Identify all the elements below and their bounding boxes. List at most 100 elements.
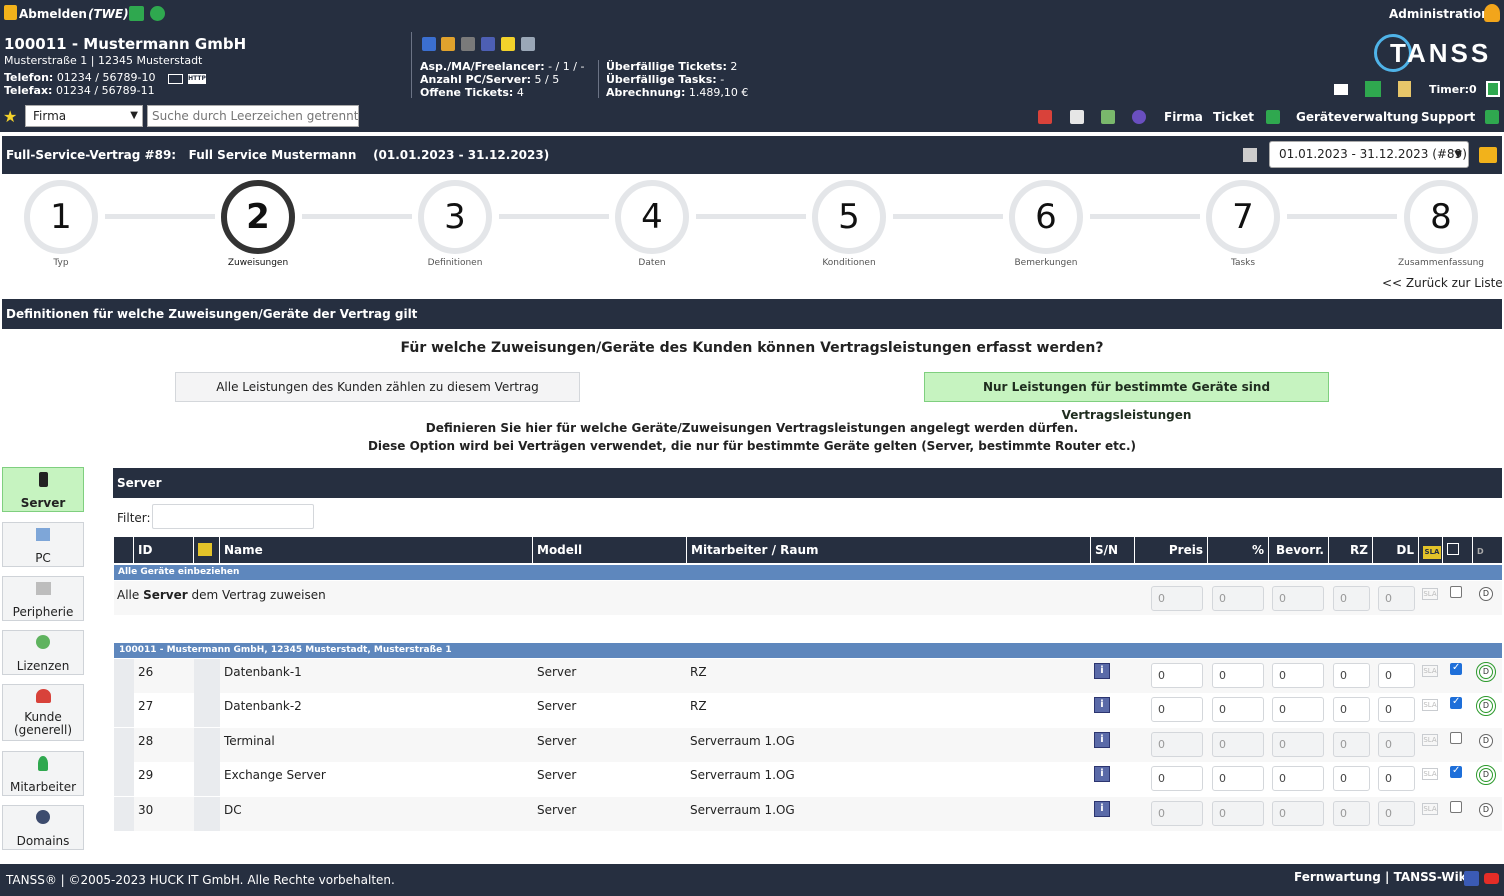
sidebar-item-peripherie[interactable]: Peripherie (2, 576, 84, 621)
search-input[interactable] (147, 105, 359, 127)
dl-input[interactable]: 0 (1378, 732, 1415, 757)
price-input[interactable]: 0 (1151, 732, 1203, 757)
row-checkbox[interactable] (1450, 732, 1462, 744)
rz-input[interactable]: 0 (1333, 801, 1370, 826)
sidebar-item-domains[interactable]: Domains (2, 805, 84, 850)
price-input[interactable]: 0 (1151, 697, 1203, 722)
step-5[interactable]: 5 (812, 180, 886, 254)
dl-input[interactable]: 0 (1378, 697, 1415, 722)
preferred-input[interactable]: 0 (1272, 663, 1324, 688)
d-icon[interactable]: D (1479, 803, 1493, 817)
percent-input[interactable]: 0 (1212, 697, 1264, 722)
menu-support[interactable]: Support (1421, 110, 1475, 124)
mail-icon[interactable] (168, 74, 183, 84)
row-name[interactable]: Terminal (224, 734, 275, 748)
dl-input[interactable]: 0 (1378, 801, 1415, 826)
preferred-input[interactable]: 0 (1272, 697, 1324, 722)
back-to-list-link[interactable]: << Zurück zur Liste (1382, 276, 1503, 290)
chat-icon[interactable] (1334, 84, 1348, 95)
admin-user-icon[interactable] (1484, 4, 1500, 22)
step-1[interactable]: 1 (24, 180, 98, 254)
admin-link[interactable]: Administration (1389, 7, 1490, 21)
pin-icon[interactable] (1038, 110, 1052, 124)
timer-icon[interactable] (1486, 81, 1500, 97)
copy-icon[interactable] (1243, 148, 1257, 162)
menu-device-management[interactable]: Geräteverwaltung (1296, 110, 1418, 124)
lock-icon[interactable] (4, 5, 17, 20)
col-dl[interactable]: DL (1373, 537, 1419, 563)
table-row[interactable]: 30 DC Server Serverraum 1.OG i 0 0 0 0 0 SLA D (114, 797, 1502, 831)
table-row[interactable]: 29 Exchange Server Server Serverraum 1.OG i 0… (114, 762, 1502, 796)
all-preferred-input[interactable]: 0 (1272, 586, 1324, 611)
row-name[interactable]: DC (224, 803, 242, 817)
monitor-icon[interactable] (461, 37, 475, 51)
info-icon[interactable]: i (1094, 766, 1110, 782)
table-row[interactable]: 27Datenbank-2ServerRZi00000SLAD (114, 693, 1502, 727)
info-icon[interactable]: i (1094, 801, 1110, 817)
all-rz-input[interactable]: 0 (1333, 586, 1370, 611)
d-icon[interactable]: D (1476, 696, 1496, 716)
col-model[interactable]: Modell (533, 537, 687, 563)
option-all-button[interactable]: Alle Leistungen des Kunden zählen zu die… (175, 372, 580, 402)
all-dl-input[interactable]: 0 (1378, 586, 1415, 611)
row-name[interactable]: Datenbank-2 (224, 699, 302, 713)
row-checkbox[interactable] (1450, 801, 1462, 813)
sidebar-item-kunde[interactable]: Kunde (generell) (2, 684, 84, 741)
percent-input[interactable]: 0 (1212, 766, 1264, 791)
filter-input[interactable] (152, 504, 314, 529)
youtube-icon[interactable] (1484, 873, 1499, 884)
col-serial[interactable]: S/N (1091, 537, 1135, 563)
menu-firma[interactable]: Firma (1164, 110, 1203, 124)
row-checkbox[interactable] (1450, 765, 1462, 778)
favorite-star-icon[interactable]: ★ (3, 109, 17, 125)
phone-value[interactable]: 01234 / 56789-10 (57, 71, 156, 84)
phone-icon[interactable] (441, 37, 455, 51)
preferred-input[interactable]: 0 (1272, 732, 1324, 757)
col-preferred[interactable]: Bevorr. (1269, 537, 1329, 563)
device-icon[interactable] (1266, 110, 1280, 124)
all-price-input[interactable]: 0 (1151, 586, 1203, 611)
footer-links[interactable]: Fernwartung | TANSS-Wiki (1294, 870, 1471, 884)
unlock-icon[interactable] (1479, 147, 1497, 163)
home-icon[interactable] (129, 6, 144, 21)
row-name[interactable]: Exchange Server (224, 768, 326, 782)
step-3[interactable]: 3 (418, 180, 492, 254)
info-icon[interactable] (481, 37, 495, 51)
col-name[interactable]: Name (220, 537, 533, 563)
col-percent[interactable]: % (1208, 537, 1269, 563)
all-devices-checkbox[interactable] (1450, 586, 1462, 598)
notes-icon[interactable] (1398, 81, 1411, 97)
customer-title[interactable]: 100011 - Mustermann GmbH (4, 35, 246, 53)
dl-input[interactable]: 0 (1378, 766, 1415, 791)
col-id[interactable]: ID (134, 537, 194, 563)
tools-icon[interactable] (521, 37, 535, 51)
price-input[interactable]: 0 (1151, 766, 1203, 791)
row-checkbox[interactable] (1450, 662, 1462, 675)
price-input[interactable]: 0 (1151, 801, 1203, 826)
percent-input[interactable]: 0 (1212, 732, 1264, 757)
logout-link[interactable]: Abmelden (19, 7, 87, 21)
preferred-input[interactable]: 0 (1272, 766, 1324, 791)
step-4[interactable]: 4 (615, 180, 689, 254)
col-rz[interactable]: RZ (1329, 537, 1373, 563)
d-icon[interactable]: D (1476, 765, 1496, 785)
col-price[interactable]: Preis (1135, 537, 1208, 563)
step-2[interactable]: 2 (221, 180, 295, 254)
info-icon[interactable]: i (1094, 697, 1110, 713)
price-input[interactable]: 0 (1151, 663, 1203, 688)
contact-icon[interactable] (422, 37, 436, 51)
network-icon[interactable] (1101, 110, 1115, 124)
d-icon[interactable]: D (1479, 587, 1493, 601)
clock-icon[interactable] (150, 6, 165, 21)
step-8[interactable]: 8 (1404, 180, 1478, 254)
period-select[interactable]: 01.01.2023 - 31.12.2023 (#89) ▼ (1269, 141, 1469, 168)
info-circle-icon[interactable] (1132, 110, 1146, 124)
rz-input[interactable]: 0 (1333, 732, 1370, 757)
percent-input[interactable]: 0 (1212, 663, 1264, 688)
rz-input[interactable]: 0 (1333, 663, 1370, 688)
step-7[interactable]: 7 (1206, 180, 1280, 254)
row-checkbox[interactable] (1450, 696, 1462, 709)
preferred-input[interactable]: 0 (1272, 801, 1324, 826)
search-type-select[interactable]: Firma ▼ (25, 105, 143, 127)
row-name[interactable]: Datenbank-1 (224, 665, 302, 679)
